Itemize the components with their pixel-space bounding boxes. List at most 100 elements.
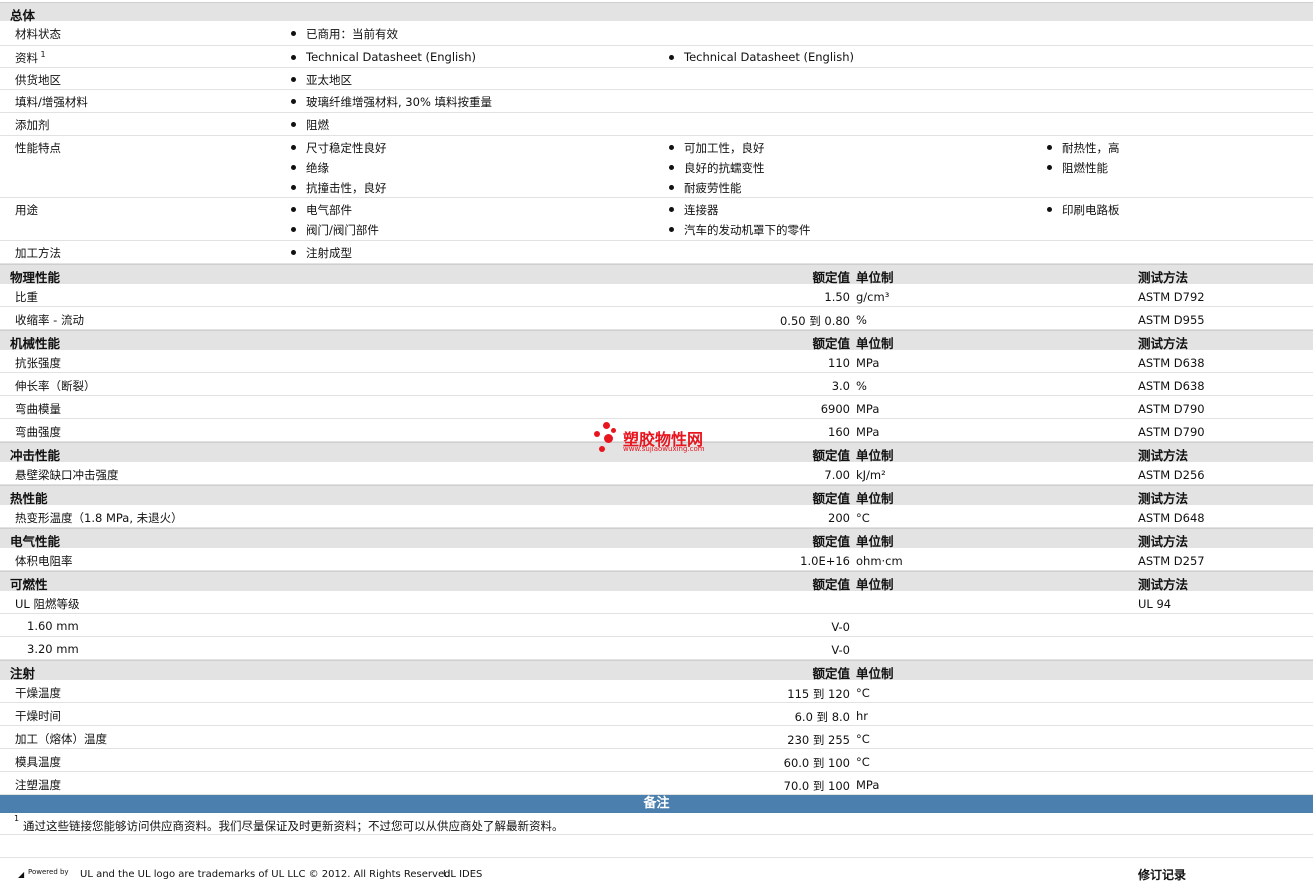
property-label: 弯曲模量 <box>15 402 61 416</box>
footer-link[interactable]: UL IDES <box>443 869 482 880</box>
property-row: 抗张强度 110 MPa ASTM D638 <box>0 350 1313 373</box>
general-row: 性能特点 尺寸稳定性良好 绝缘 抗撞击性，良好 可加工性，良好 良好的抗蠕变性 耐疲劳性能 耐… <box>0 136 1313 198</box>
notes-spacer <box>0 835 1313 858</box>
general-row: 材料状态 已商用：当前有效 <box>0 22 1313 46</box>
property-value: 230 到 255 <box>787 733 850 747</box>
test-method: ASTM D790 <box>1138 402 1205 416</box>
property-unit: °C <box>856 732 870 746</box>
property-value: 0.50 到 0.80 <box>779 314 850 328</box>
bullet-item: 抗撞击性，良好 <box>291 181 387 195</box>
property-label: 干燥时间 <box>15 709 61 723</box>
section-header: 注射 额定值 单位制 <box>0 660 1313 681</box>
property-label: 模具温度 <box>15 755 61 769</box>
property-unit: g/cm³ <box>856 290 890 304</box>
row-label: 加工方法 <box>15 246 61 260</box>
property-value: 60.0 到 100 <box>783 756 850 770</box>
test-method: ASTM D955 <box>1138 313 1205 327</box>
bullet-item: 耐热性，高 <box>1047 141 1120 155</box>
bullet-item: 耐疲劳性能 <box>669 181 742 195</box>
bullet-item: 阻燃性能 <box>1047 161 1108 175</box>
property-row: 伸长率（断裂） 3.0% ASTM D638 <box>0 373 1313 396</box>
datasheet-link[interactable]: Technical Datasheet (English) <box>290 50 476 64</box>
property-value: 7.00 <box>824 468 850 482</box>
test-method: ASTM D638 <box>1138 379 1205 393</box>
property-label: 体积电阻率 <box>15 554 73 568</box>
section-header-general: 总体 <box>0 2 1313 23</box>
property-unit: °C <box>856 755 870 769</box>
row-label: 材料状态 <box>15 27 61 41</box>
property-row: 收缩率 - 流动 0.50 到 0.80% ASTM D955 <box>0 307 1313 330</box>
property-unit: °C <box>856 686 870 700</box>
property-value: 110 <box>828 356 850 370</box>
property-row: 注塑温度 70.0 到 100 MPa <box>0 772 1313 795</box>
property-label: 比重 <box>15 290 38 304</box>
row-label: 供货地区 <box>15 73 61 87</box>
row-label: 填料/增强材料 <box>15 95 88 109</box>
notes-marker: 1 <box>14 814 20 823</box>
watermark-logo: 塑胶物性网 www.sujiaowuxing.com <box>593 421 733 457</box>
general-row: 供货地区 亚太地区 <box>0 68 1313 90</box>
general-row: 加工方法 注射成型 <box>0 241 1313 264</box>
property-value: 6900 <box>820 402 850 416</box>
section-header: 电气性能 额定值 单位制 测试方法 <box>0 528 1313 549</box>
property-label: 热变形温度（1.8 MPa, 未退火） <box>15 511 183 525</box>
property-value: 160 <box>828 425 850 439</box>
property-label: 1.60 mm <box>27 619 79 633</box>
property-label: 加工（熔体）温度 <box>15 732 107 746</box>
bullet-item: 连接器 <box>669 203 719 217</box>
property-row: UL 阻燃等级 UL 94 <box>0 591 1313 614</box>
general-row: 资料 1 Technical Datasheet (English) Technic… <box>0 46 1313 68</box>
property-unit: MPa <box>856 356 880 370</box>
bullet-item: 尺寸稳定性良好 <box>291 141 387 155</box>
test-method: ASTM D792 <box>1138 290 1205 304</box>
general-row: 用途 电气部件 阀门/阀门部件 连接器 汽车的发动机罩下的零件 印刷电路板 <box>0 198 1313 241</box>
property-label: 抗张强度 <box>15 356 61 370</box>
row-label: 添加剂 <box>15 118 50 132</box>
row-label: 性能特点 <box>15 141 61 155</box>
property-value: 70.0 到 100 <box>783 779 850 793</box>
property-value: 6.0 到 8.0 <box>794 710 850 724</box>
notes-row: 1 通过这些链接您能够访问供应商资料。我们尽量保证及时更新资料；不过您可以从供应商… <box>0 813 1313 835</box>
section-header: 物理性能 额定值 单位制 测试方法 <box>0 264 1313 285</box>
property-unit: % <box>856 379 867 393</box>
bullet-item: 可加工性，良好 <box>669 141 765 155</box>
watermark-url: www.sujiaowuxing.com <box>623 445 705 453</box>
property-value: 200 <box>828 511 850 525</box>
property-row: 比重 1.50 g/cm³ ASTM D792 <box>0 284 1313 307</box>
property-row: 1.60 mm V-0 <box>0 614 1313 637</box>
property-value: V-0 <box>831 643 850 657</box>
row-label: 用途 <box>15 203 38 217</box>
general-row: 填料/增强材料 玻璃纤维增强材料, 30% 填料按重量 <box>0 90 1313 113</box>
property-row: 3.20 mm V-0 <box>0 637 1313 660</box>
property-label: 注塑温度 <box>15 778 61 792</box>
bullet-item: 汽车的发动机罩下的零件 <box>669 223 811 237</box>
test-method: ASTM D790 <box>1138 425 1205 439</box>
property-unit: MPa <box>856 425 880 439</box>
property-row: 干燥温度 115 到 120 °C <box>0 680 1313 703</box>
section-header: 可燃性 额定值 单位制 测试方法 <box>0 571 1313 592</box>
property-label: UL 阻燃等级 <box>15 597 80 611</box>
notes-header: 备注 <box>0 795 1313 813</box>
bullet-item: 阻燃 <box>291 118 329 132</box>
test-method: ASTM D256 <box>1138 468 1205 482</box>
property-unit: kJ/m² <box>856 468 886 482</box>
property-label: 干燥温度 <box>15 686 61 700</box>
footnote-marker: 1 <box>38 50 46 60</box>
datasheet-link[interactable]: Technical Datasheet (English) <box>668 50 854 64</box>
property-unit: hr <box>856 709 869 723</box>
notes-text: 通过这些链接您能够访问供应商资料。我们尽量保证及时更新资料；不过您可以从供应商处… <box>23 819 564 833</box>
test-method: ASTM D257 <box>1138 554 1205 568</box>
property-row: 弯曲模量 6900 MPa ASTM D790 <box>0 396 1313 419</box>
property-value: 1.0E+16 <box>800 554 850 568</box>
bullet-item: 阀门/阀门部件 <box>291 223 379 237</box>
watermark-dot-icon <box>611 428 616 433</box>
property-row: 悬壁梁缺口冲击强度 7.00 kJ/m² ASTM D256 <box>0 462 1313 485</box>
property-row: 干燥时间 6.0 到 8.0 hr <box>0 703 1313 726</box>
property-value: 115 到 120 <box>787 687 850 701</box>
watermark-dot-icon <box>594 431 600 437</box>
powered-by: Powered by <box>28 868 69 876</box>
footer: Powered by ◢ UL and the UL logo are tradem… <box>0 866 1313 886</box>
general-row: 添加剂 阻燃 <box>0 113 1313 136</box>
property-unit: % <box>856 313 867 327</box>
property-row: 热变形温度（1.8 MPa, 未退火） 200 °C ASTM D648 <box>0 505 1313 528</box>
